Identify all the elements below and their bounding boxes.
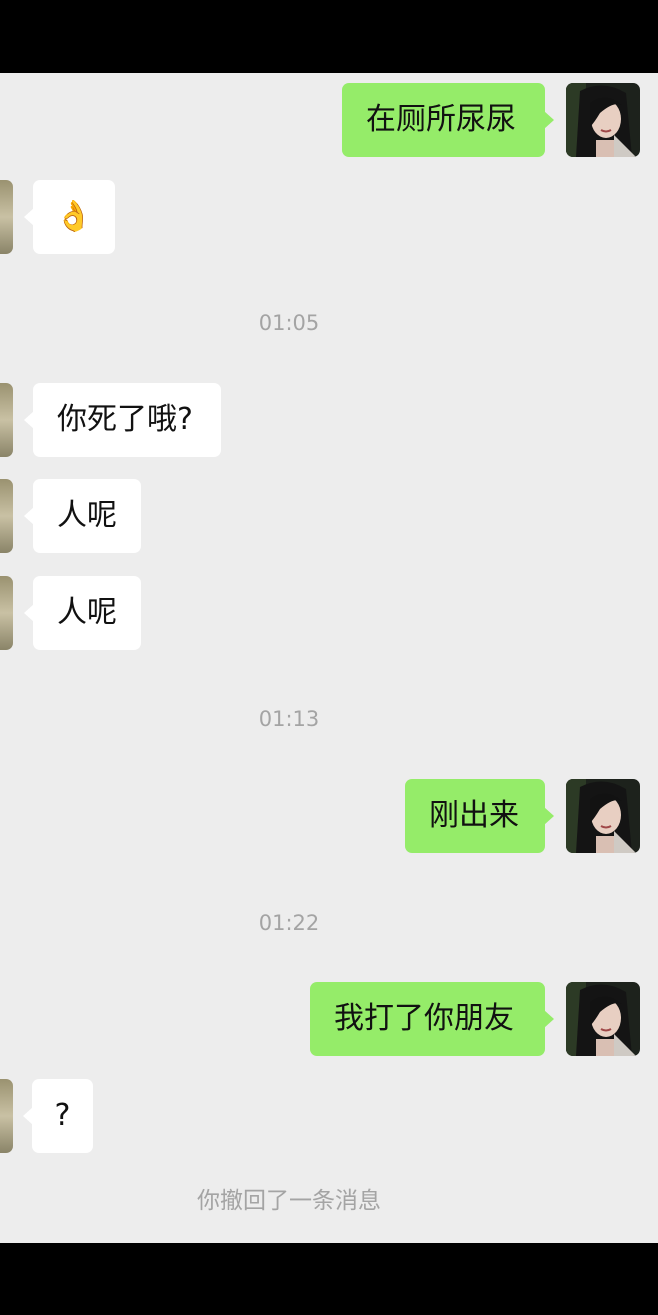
contact-avatar[interactable] [0,383,13,457]
recalled-message-notice: 你撤回了一条消息 [197,1188,381,1214]
user-avatar-photo-icon [566,982,640,1056]
message-bubble-incoming[interactable]: 人呢 [24,576,141,650]
user-avatar-photo-icon [566,83,640,157]
message-bubble-incoming[interactable]: 你死了哦? [24,383,221,457]
phone-screen: 在厕所尿尿 👌 01:05 你死了哦? 人呢 人呢 01:13 刚出来 01:2… [0,0,658,1315]
message-bubble-incoming[interactable]: 👌 [24,180,115,254]
message-bubble-incoming[interactable]: 人呢 [24,479,141,553]
user-avatar-photo-icon [566,779,640,853]
self-avatar[interactable] [566,982,640,1056]
self-avatar[interactable] [566,83,640,157]
message-timestamp: 01:05 [258,311,320,335]
message-bubble-incoming[interactable]: ? [23,1079,93,1153]
message-timestamp: 01:13 [258,707,320,731]
chat-message-list[interactable]: 在厕所尿尿 👌 01:05 你死了哦? 人呢 人呢 01:13 刚出来 01:2… [0,73,658,1243]
message-timestamp: 01:22 [258,911,320,935]
message-bubble-outgoing[interactable]: 在厕所尿尿 [342,83,554,157]
message-bubble-outgoing[interactable]: 刚出来 [405,779,554,853]
contact-avatar[interactable] [0,576,13,650]
contact-avatar[interactable] [0,1079,13,1153]
contact-avatar[interactable] [0,180,13,254]
self-avatar[interactable] [566,779,640,853]
contact-avatar[interactable] [0,479,13,553]
message-bubble-outgoing[interactable]: 我打了你朋友 [310,982,554,1056]
